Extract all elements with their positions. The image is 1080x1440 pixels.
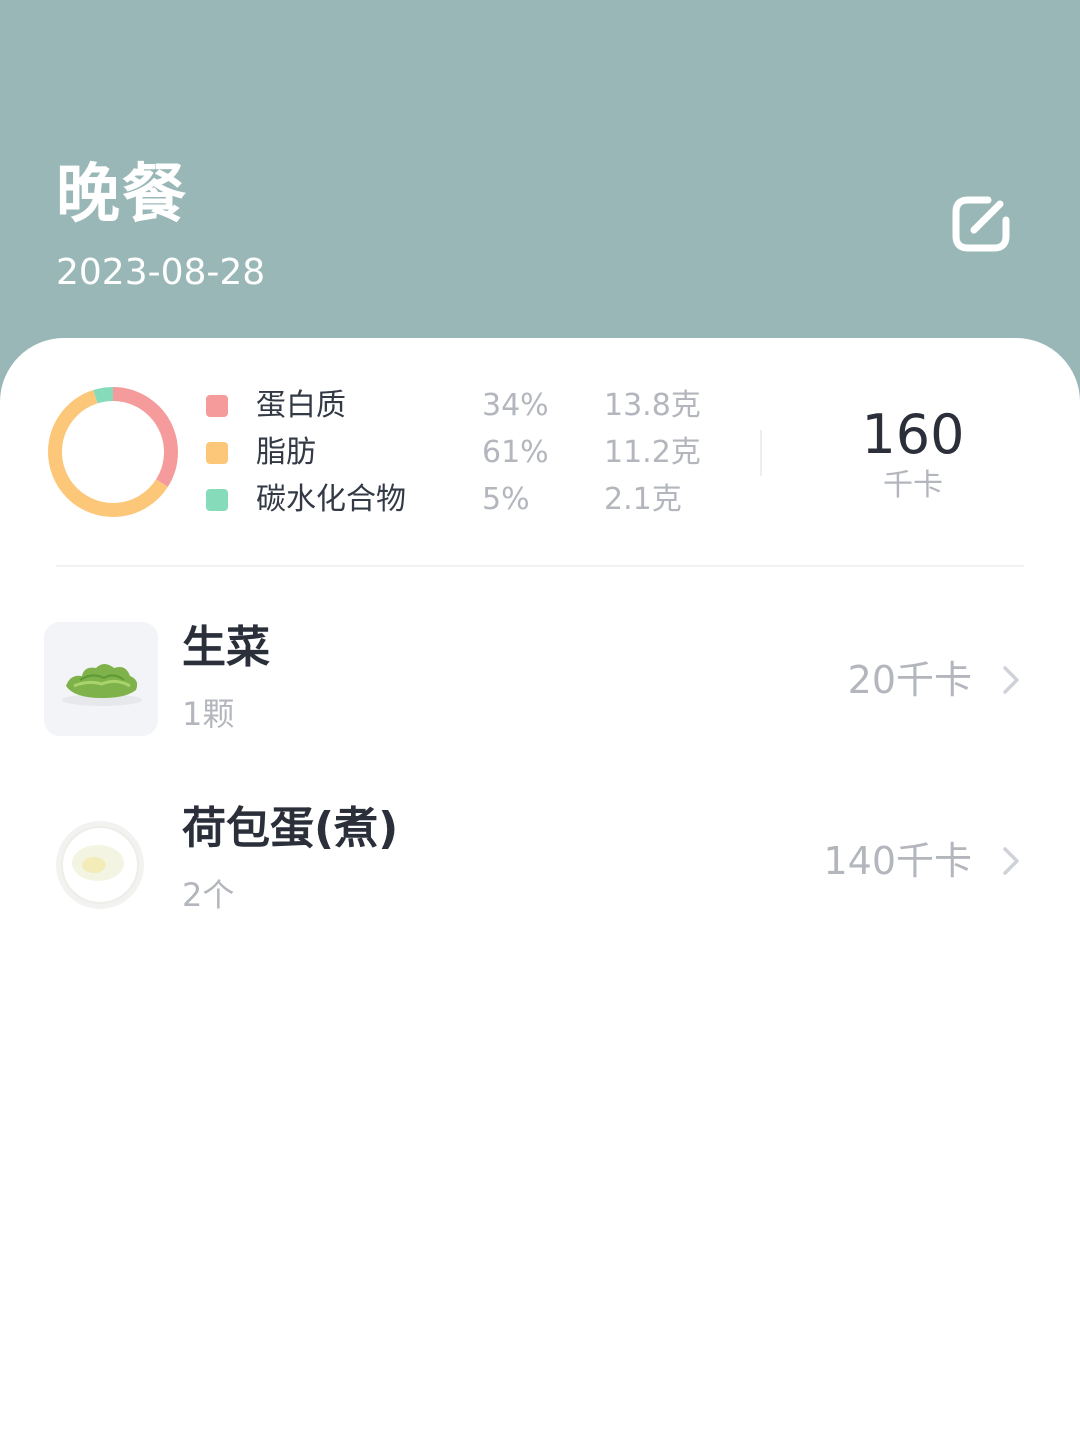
boiled-egg-icon — [56, 821, 144, 909]
fat-label: 脂肪 — [256, 435, 316, 470]
fat-percent: 61% — [482, 435, 549, 470]
macro-donut-chart — [48, 387, 178, 517]
food-calories: 140千卡 — [823, 839, 972, 883]
food-item-lettuce[interactable]: 生菜 1颗 20千卡 — [0, 622, 1080, 762]
meal-title: 晚餐 — [56, 158, 188, 232]
edit-button[interactable] — [948, 190, 1016, 258]
legend-row-protein: 蛋白质 34% 13.8克 — [204, 383, 744, 429]
edit-icon — [952, 196, 1010, 252]
vertical-divider — [760, 430, 762, 476]
lettuce-thumbnail — [44, 622, 158, 736]
food-name: 荷包蛋(煮) — [182, 803, 399, 854]
carbs-percent: 5% — [482, 482, 530, 517]
boiled-egg-thumbnail — [44, 803, 158, 917]
carbs-swatch — [206, 489, 228, 511]
protein-percent: 34% — [482, 388, 549, 423]
chevron-right-icon — [1003, 847, 1019, 875]
fat-swatch — [206, 442, 228, 464]
section-divider — [56, 565, 1024, 567]
total-calories: 160 — [861, 403, 965, 466]
food-name: 生菜 — [182, 622, 270, 673]
legend-row-carbs: 碳水化合物 5% 2.1克 — [204, 477, 744, 523]
carbs-label: 碳水化合物 — [256, 482, 406, 517]
food-quantity: 1颗 — [182, 695, 235, 733]
food-quantity: 2个 — [182, 876, 235, 914]
food-item-boiled-egg[interactable]: 荷包蛋(煮) 2个 140千卡 — [0, 803, 1080, 943]
chevron-right-icon — [1003, 666, 1019, 694]
food-calories: 20千卡 — [847, 658, 972, 702]
legend-row-fat: 脂肪 61% 11.2克 — [204, 430, 744, 476]
carbs-amount: 2.1克 — [604, 482, 682, 517]
protein-amount: 13.8克 — [604, 388, 701, 423]
protein-swatch — [206, 395, 228, 417]
protein-label: 蛋白质 — [256, 388, 346, 423]
total-calories-unit: 千卡 — [883, 468, 943, 503]
meal-date: 2023-08-28 — [56, 252, 266, 293]
fat-amount: 11.2克 — [604, 435, 701, 470]
lettuce-icon — [44, 622, 158, 736]
